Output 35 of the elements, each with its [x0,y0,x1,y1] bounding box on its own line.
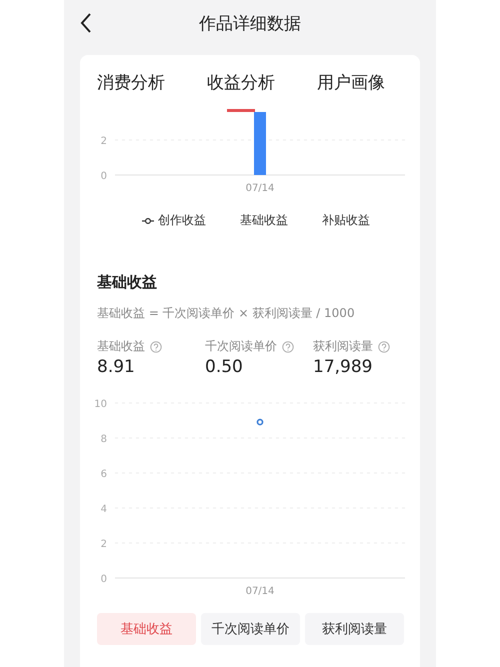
help-icon[interactable] [378,340,390,352]
page-title: 作品详细数据 [199,12,301,34]
formula-text: 基础收益 = 千次阅读单价 × 获利阅读量 / 1000 [97,305,356,322]
back-icon[interactable] [80,12,92,34]
line-marker-icon [142,216,154,224]
axis-label: 4 [100,504,107,515]
metric-label: 获利阅读量 [313,338,373,355]
tab[interactable]: 消费分析 [97,71,165,112]
axis-label: 0 [100,171,107,182]
legend-label[interactable]: 补贴收益 [322,212,370,229]
metric-toggle[interactable]: 获利阅读量 [305,613,404,645]
metric-label: 千次阅读单价 [205,338,277,355]
metric-toggle[interactable]: 基础收益 [97,613,196,645]
axis-label: 07/14 [246,183,274,194]
tab-indicator [227,109,255,112]
axis-label: 07/14 [246,586,274,597]
bar-drawing [254,112,266,175]
metric-value: 8.91 [97,357,136,377]
legend-label[interactable]: 创作收益 [158,212,206,229]
axis-label: 0 [100,574,107,585]
axis-label: 2 [100,539,107,550]
tab[interactable]: 用户画像 [317,71,385,112]
axis-label: 2 [100,136,107,147]
axis-label: 10 [94,399,107,410]
help-icon[interactable] [150,340,162,352]
axis-label: 8 [100,434,107,445]
axis-label: 6 [100,469,107,480]
tab[interactable]: 收益分析 [207,71,275,112]
metric-value: 17,989 [313,357,374,377]
metric-toggle[interactable]: 千次阅读单价 [201,613,300,645]
section-title: 基础收益 [97,273,158,292]
legend-label[interactable]: 基础收益 [240,212,288,229]
help-icon[interactable] [282,340,294,352]
metric-value: 0.50 [205,357,244,377]
metric-label: 基础收益 [97,338,145,355]
